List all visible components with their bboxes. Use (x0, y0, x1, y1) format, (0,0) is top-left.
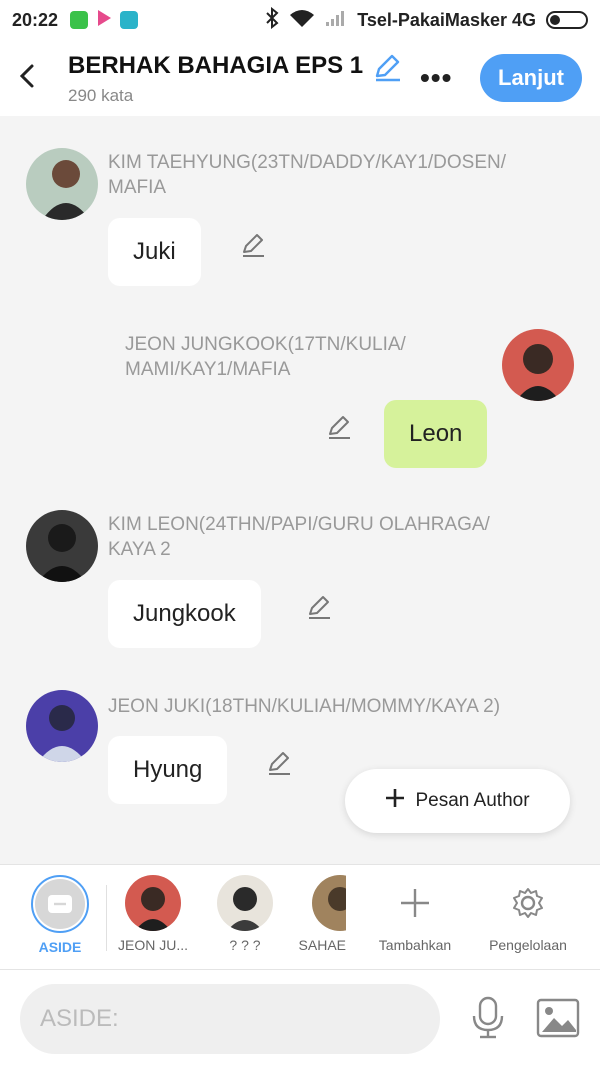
composer-bar (0, 970, 600, 1067)
avatar[interactable] (26, 510, 98, 582)
app-header: BERHAK BAHAGIA EPS 1 290 kata ••• Lanjut (0, 40, 600, 116)
plus-icon (370, 875, 460, 931)
message-bubble[interactable]: Leon (384, 400, 488, 468)
word-count: 290 kata (68, 86, 134, 105)
aside-icon (31, 875, 89, 933)
upload-notification-icon (120, 11, 139, 29)
image-icon[interactable] (536, 998, 580, 1043)
more-options-icon[interactable]: ••• (420, 62, 452, 94)
message-bubble[interactable]: Hyung (108, 736, 228, 804)
back-icon[interactable] (14, 58, 44, 94)
aside-input[interactable] (20, 984, 440, 1054)
character-unknown[interactable]: ? ? ? (200, 875, 290, 953)
gear-icon (472, 875, 584, 931)
character-jeon-ju[interactable]: JEON JU... (108, 875, 198, 953)
status-time: 20:22 (12, 9, 59, 30)
character-name: JEON JUKI(18THN/KULIAH/MOMMY/KAYA 2) (108, 696, 501, 717)
chat-area: KIM TAEHYUNG(23TN/DADDY/KAY1/DOSEN/ MAFI… (0, 116, 600, 864)
character-name: KIM TAEHYUNG(23TN/DADDY/KAY1/DOSEN/ MAFI… (108, 152, 507, 198)
divider (106, 885, 107, 951)
character-label: ? ? ? (229, 937, 261, 953)
edit-title-icon[interactable] (372, 52, 402, 87)
character-name: JEON JUNGKOOK(17TN/KULIA/ MAMI/KAY1/MAFI… (125, 334, 406, 380)
app-notification-icon (70, 11, 89, 29)
author-message-button[interactable]: Pesan Author (345, 769, 570, 833)
edit-message-icon[interactable] (240, 232, 266, 258)
message-bubble[interactable]: Juki (108, 218, 201, 286)
add-character-button[interactable]: Tambahkan (370, 875, 460, 953)
signal-icon (325, 9, 347, 32)
edit-message-icon[interactable] (266, 750, 292, 776)
message-bubble[interactable]: Jungkook (108, 580, 261, 648)
battery-icon (546, 11, 588, 29)
avatar[interactable] (26, 690, 98, 762)
avatar[interactable] (26, 148, 98, 220)
character-name: KIM LEON(24THN/PAPI/GURU OLAHRAGA/ KAYA … (108, 514, 490, 560)
author-message-label: Pesan Author (415, 790, 530, 811)
character-label: ASIDE (38, 939, 82, 955)
character-sahae[interactable]: SAHAE (278, 875, 346, 953)
carrier-label: Tsel-PakaiMasker 4G (357, 9, 536, 30)
plus-icon (385, 788, 405, 814)
next-button[interactable]: Lanjut (480, 54, 582, 102)
character-label: Tambahkan (378, 937, 452, 953)
edit-message-icon[interactable] (326, 414, 352, 440)
avatar (125, 875, 181, 931)
avatar (312, 875, 346, 931)
play-store-icon (96, 9, 112, 32)
bluetooth-icon (265, 6, 279, 34)
character-bar: ASIDE JEON JU... ? ? ? SAHAE Tambahkan P… (0, 864, 600, 970)
microphone-icon[interactable] (468, 996, 508, 1045)
character-aside[interactable]: ASIDE (15, 875, 105, 955)
avatar (217, 875, 273, 931)
character-label: JEON JU... (117, 937, 188, 953)
status-bar: 20:22 Tsel-PakaiMasker 4G (0, 0, 600, 40)
avatar[interactable] (502, 329, 574, 401)
wifi-icon (289, 8, 315, 33)
character-label: Pengelolaan (489, 937, 567, 953)
story-title: BERHAK BAHAGIA EPS 1 (68, 52, 364, 79)
manage-button[interactable]: Pengelolaan (472, 875, 584, 953)
edit-message-icon[interactable] (306, 594, 332, 620)
character-label: SAHAE (298, 937, 346, 953)
